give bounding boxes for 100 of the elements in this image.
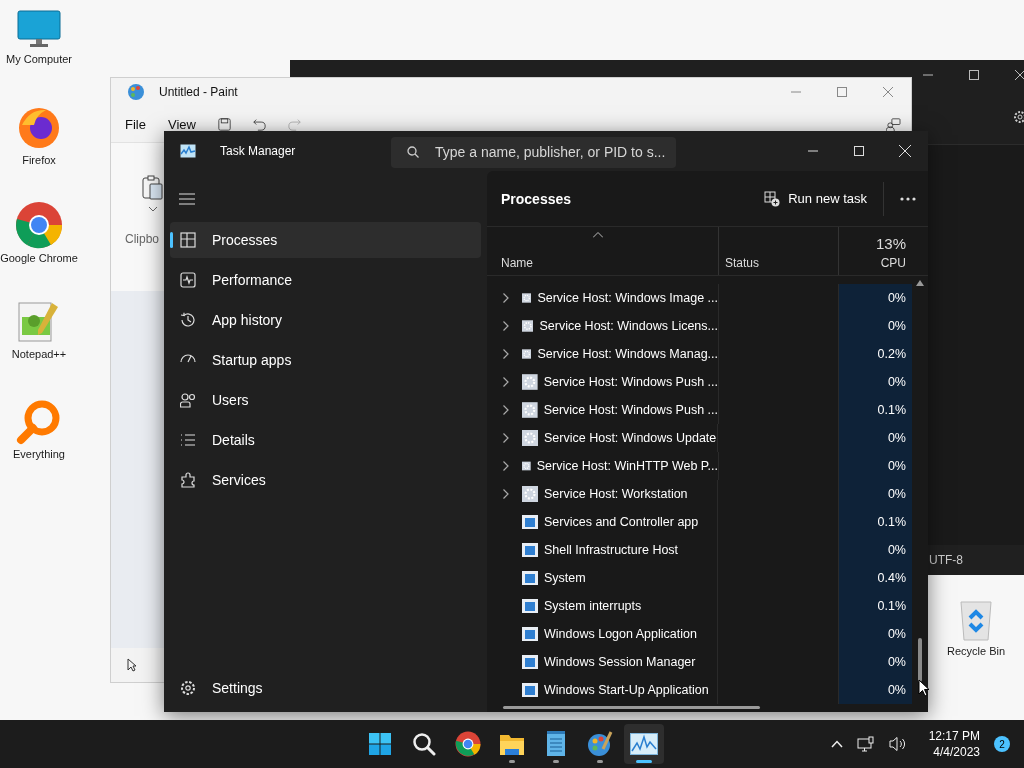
gear-icon xyxy=(522,318,534,334)
more-options-icon[interactable] xyxy=(900,196,916,201)
settings-icon xyxy=(180,680,196,696)
chevron-up-icon[interactable] xyxy=(830,740,843,748)
cpu-value: 0.1% xyxy=(877,599,906,613)
process-name[interactable]: Service Host: Windows Update xyxy=(544,431,717,445)
close-icon[interactable] xyxy=(1015,70,1024,80)
fox-globe-icon[interactable] xyxy=(16,105,62,151)
nav-item[interactable]: App history xyxy=(170,302,481,338)
nav-item[interactable]: Services xyxy=(170,462,481,498)
gear-icon xyxy=(522,346,532,362)
search-icon xyxy=(407,146,419,158)
maximize-icon[interactable] xyxy=(969,70,979,80)
process-name[interactable]: System interrupts xyxy=(544,599,642,613)
nav-item[interactable]: Details xyxy=(170,422,481,458)
cpu-value: 0.1% xyxy=(877,515,906,529)
chrome-icon[interactable] xyxy=(15,201,63,249)
desktop-icon-label[interactable]: Notepad++ xyxy=(0,348,78,361)
users-icon xyxy=(180,392,196,408)
window-icon xyxy=(522,683,538,697)
settings-icon[interactable] xyxy=(1012,109,1024,125)
undo-icon[interactable] xyxy=(252,117,266,131)
process-name[interactable]: System xyxy=(544,571,586,585)
window-title: Task Manager xyxy=(220,144,297,158)
desktop-icon-label[interactable]: Recycle Bin xyxy=(937,645,1015,658)
settings-item[interactable]: Settings xyxy=(170,670,481,706)
process-name[interactable]: Shell Infrastructure Host xyxy=(544,543,679,557)
cpu-value: 0.1% xyxy=(877,403,906,417)
desktop-icon-label[interactable]: Firefox xyxy=(0,154,78,167)
gear-icon xyxy=(522,430,538,446)
window-title: Untitled - Paint xyxy=(159,85,238,99)
menu-item[interactable]: File xyxy=(125,116,146,132)
network-icon[interactable] xyxy=(856,736,875,752)
chevron-down-icon[interactable] xyxy=(149,207,157,212)
nav-item[interactable]: Performance xyxy=(170,262,481,298)
sort-caret-icon[interactable] xyxy=(593,232,603,238)
scrollbar-thumb[interactable] xyxy=(918,638,922,682)
chevron-right-icon[interactable] xyxy=(503,405,509,415)
column-header[interactable]: CPU xyxy=(880,256,906,270)
run-new-task-button[interactable]: Run new task xyxy=(752,181,879,216)
notepad-icon xyxy=(546,731,566,757)
process-name[interactable]: Service Host: WinHTTP Web P... xyxy=(536,459,718,473)
cpu-value: 0% xyxy=(887,459,906,473)
gear-icon xyxy=(522,402,538,418)
chevron-right-icon[interactable] xyxy=(503,321,509,331)
process-name[interactable]: Windows Session Manager xyxy=(544,655,696,669)
process-name[interactable]: Service Host: Windows Push ... xyxy=(543,375,718,389)
notification-badge[interactable]: 2 xyxy=(994,736,1010,752)
window-icon xyxy=(522,571,538,585)
process-name[interactable]: Windows Start-Up Application xyxy=(544,683,709,697)
processes-grid-icon xyxy=(180,232,196,248)
menu-item[interactable]: View xyxy=(167,116,196,132)
chevron-right-icon[interactable] xyxy=(503,377,509,387)
chrome-icon xyxy=(455,731,481,757)
process-name[interactable]: Service Host: Windows Manag... xyxy=(537,347,718,361)
process-name[interactable]: Windows Logon Application xyxy=(544,627,697,641)
gear-icon xyxy=(522,486,538,502)
taskbar-app-button[interactable] xyxy=(624,724,664,764)
add-task-icon xyxy=(764,190,781,207)
share-icon[interactable] xyxy=(886,117,901,131)
gear-icon xyxy=(522,374,538,390)
scrollbar-thumb[interactable] xyxy=(503,705,760,709)
clock[interactable]: 12:17 PM 4/4/2023 xyxy=(928,729,980,759)
monitor-icon[interactable] xyxy=(16,10,62,50)
window-icon xyxy=(522,599,538,613)
window-icon xyxy=(522,655,538,669)
process-name[interactable]: Services and Controller app xyxy=(544,515,699,529)
chevron-right-icon[interactable] xyxy=(503,349,509,359)
gear-icon xyxy=(522,290,532,306)
process-name[interactable]: Service Host: Windows Image ... xyxy=(537,291,718,305)
nav-item[interactable]: Processes xyxy=(170,222,481,258)
chevron-right-icon[interactable] xyxy=(503,293,509,303)
process-name[interactable]: Service Host: Windows Licens... xyxy=(539,319,718,333)
process-name[interactable]: Service Host: Windows Push ... xyxy=(543,403,718,417)
chevron-right-icon[interactable] xyxy=(503,461,509,471)
search-field[interactable]: Type a name, publisher, or PID to s... xyxy=(391,136,676,168)
clipboard-icon[interactable] xyxy=(142,175,164,201)
column-header[interactable]: Name xyxy=(501,256,533,270)
column-header[interactable]: Status xyxy=(725,256,760,270)
recycle-bin-icon[interactable] xyxy=(957,598,995,642)
clock-icon xyxy=(180,312,196,328)
nav-item[interactable]: Startup apps xyxy=(170,342,481,378)
mouse-cursor-icon xyxy=(918,679,930,697)
cpu-value: 0% xyxy=(887,627,906,641)
process-name[interactable]: Service Host: Workstation xyxy=(544,487,688,501)
cpu-value: 0% xyxy=(887,291,906,305)
window-icon xyxy=(522,627,538,641)
save-icon[interactable] xyxy=(217,117,231,131)
scroll-up-icon[interactable] xyxy=(916,280,924,286)
desktop-icon-label[interactable]: My Computer xyxy=(0,53,78,66)
cpu-value: 0.4% xyxy=(877,571,906,585)
menu-icon[interactable] xyxy=(179,193,195,205)
encoding-label: UTF-8 xyxy=(929,553,963,567)
desktop-icon-label[interactable]: Everything xyxy=(0,448,78,461)
volume-icon[interactable] xyxy=(888,736,907,752)
nav-item[interactable]: Users xyxy=(170,382,481,418)
cpu-total: 13% xyxy=(875,235,906,252)
chevron-right-icon[interactable] xyxy=(503,489,509,499)
chevron-right-icon[interactable] xyxy=(503,433,509,443)
desktop-icon-label[interactable]: Google Chrome xyxy=(0,252,78,265)
